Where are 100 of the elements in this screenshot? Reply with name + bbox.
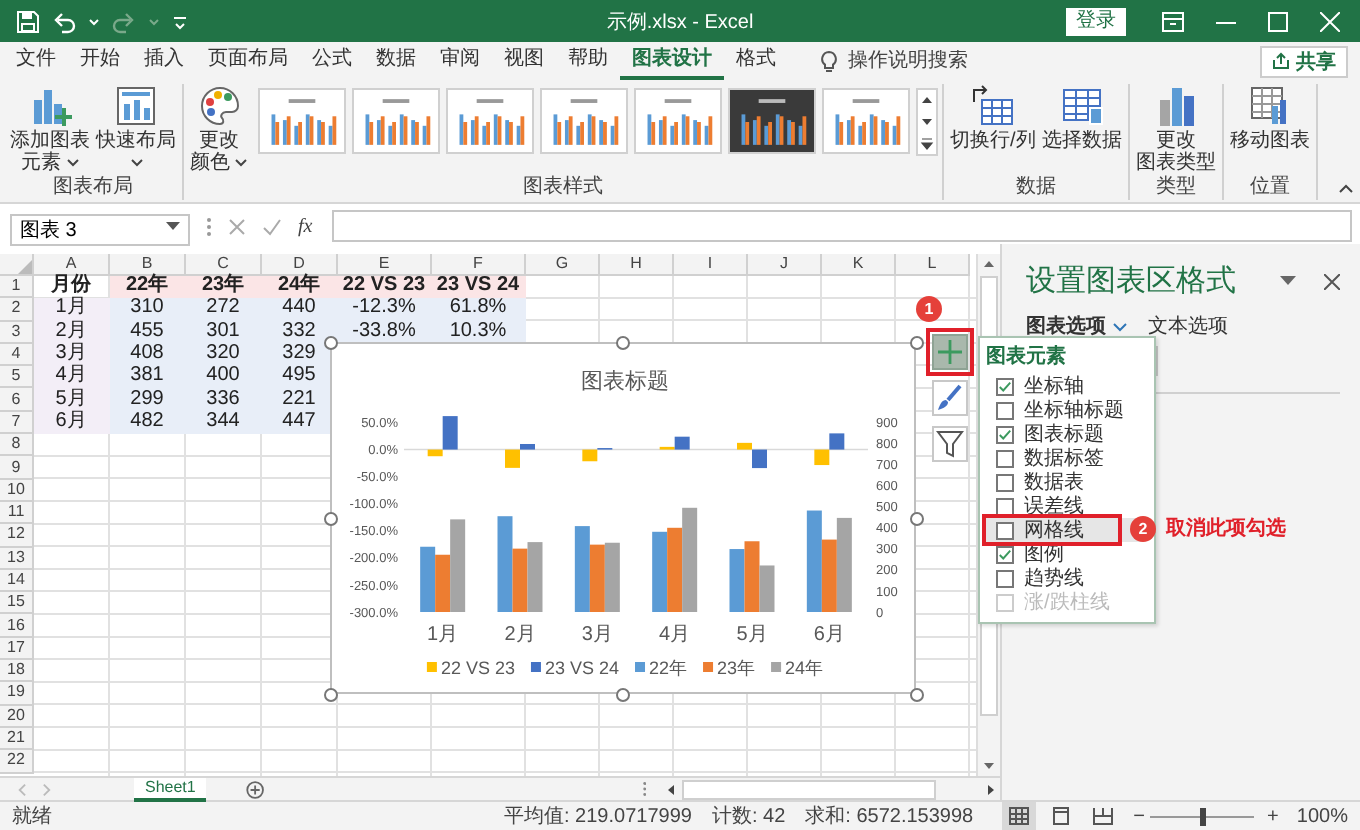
column-header[interactable]: E xyxy=(338,254,432,276)
pane-tab[interactable]: 文本选项 xyxy=(1148,312,1228,340)
ribbon-display-icon[interactable] xyxy=(1162,11,1184,31)
checkbox[interactable] xyxy=(996,473,1014,491)
menu-item-label[interactable]: 数据表 xyxy=(1024,468,1084,496)
row-number[interactable]: 11 xyxy=(0,501,34,525)
column-header[interactable]: F xyxy=(432,254,526,276)
sheet-tab[interactable]: Sheet1 xyxy=(133,777,207,801)
chart-style-thumbnail[interactable] xyxy=(258,88,346,154)
scrollbar-thumb[interactable] xyxy=(682,779,936,799)
ribbon-tab[interactable]: 数据 xyxy=(364,42,428,80)
name-box[interactable]: 图表 3 xyxy=(10,214,190,246)
chart-style-thumbnail[interactable] xyxy=(540,88,628,154)
chart-style-thumbnail[interactable] xyxy=(446,88,534,154)
hovered-menu-row[interactable]: 网格线 xyxy=(986,518,1142,542)
legend-label[interactable]: 23年 xyxy=(717,658,756,678)
legend-label[interactable]: 23 VS 24 xyxy=(544,658,619,678)
row-number[interactable]: 9 xyxy=(0,456,34,480)
caret-down-icon[interactable] xyxy=(1280,276,1296,286)
chart-title[interactable]: 图表标题 xyxy=(581,370,669,394)
more-icon[interactable] xyxy=(918,134,936,154)
row-number[interactable]: 16 xyxy=(0,614,34,638)
ribbon-tab[interactable]: 格式 xyxy=(724,42,788,80)
row-number[interactable]: 19 xyxy=(0,682,34,706)
zoom-in-button[interactable]: + xyxy=(1261,805,1285,827)
chart-style-thumbnail[interactable] xyxy=(352,88,440,154)
quick-layout-button[interactable]: 快速布局 xyxy=(94,84,178,174)
ribbon-tab[interactable]: 公式 xyxy=(300,42,364,80)
dots-icon[interactable] xyxy=(206,215,212,237)
row-number[interactable]: 14 xyxy=(0,569,34,593)
column-header[interactable]: B xyxy=(110,254,186,276)
row-number[interactable]: 5 xyxy=(0,366,34,389)
ribbon-tab[interactable]: 视图 xyxy=(492,42,556,80)
column-header[interactable]: K xyxy=(822,254,896,276)
insert-function-button[interactable]: fx xyxy=(298,215,313,237)
pane-tab[interactable]: 图表选项 xyxy=(1026,312,1128,340)
chart-styles-button[interactable] xyxy=(932,380,968,416)
legend-label[interactable]: 22 VS 23 xyxy=(440,658,515,678)
row-number[interactable]: 4 xyxy=(0,343,34,367)
menu-item-label[interactable]: 图例 xyxy=(1024,540,1064,568)
select-data-button[interactable]: 选择数据 xyxy=(1039,84,1124,152)
close-icon[interactable] xyxy=(1324,273,1340,289)
caret-icon[interactable] xyxy=(166,222,180,232)
checkbox[interactable] xyxy=(996,401,1014,419)
menu-item-label[interactable]: 误差线 xyxy=(1024,492,1084,520)
checkbox[interactable] xyxy=(996,377,1014,395)
checkbox[interactable] xyxy=(996,497,1014,515)
slider-thumb[interactable] xyxy=(1199,807,1206,825)
cancel-icon[interactable] xyxy=(228,217,246,235)
customize-icon[interactable] xyxy=(172,13,188,29)
sign-in-button[interactable]: 登录 xyxy=(1066,7,1126,35)
ribbon-tab[interactable]: 审阅 xyxy=(428,42,492,80)
column-header[interactable]: I xyxy=(674,254,748,276)
menu-item-label[interactable]: 图表标题 xyxy=(1024,420,1104,448)
horizontal-scrollbar[interactable] xyxy=(662,778,1000,800)
add-element-button[interactable]: 添加图表 元素 xyxy=(8,84,92,174)
checkbox[interactable] xyxy=(996,449,1014,467)
menu-item-label[interactable]: 坐标轴 xyxy=(1024,372,1084,400)
undo-icon[interactable] xyxy=(52,9,76,33)
checkbox[interactable] xyxy=(996,569,1014,587)
caret-icon[interactable] xyxy=(88,15,100,27)
row-number[interactable]: 8 xyxy=(0,434,34,457)
row-number[interactable]: 6 xyxy=(0,388,34,412)
view-button[interactable] xyxy=(1001,802,1036,830)
zoom-level[interactable]: 100% xyxy=(1296,805,1348,827)
column-header[interactable]: D xyxy=(262,254,338,276)
row-number[interactable]: 18 xyxy=(0,660,34,683)
row-number[interactable]: 7 xyxy=(0,411,34,435)
zoom-out-button[interactable]: − xyxy=(1127,805,1151,827)
add-sheet-icon[interactable] xyxy=(246,779,266,799)
column-header[interactable]: A xyxy=(34,254,110,276)
legend-label[interactable]: 22年 xyxy=(649,658,688,678)
legend-label[interactable]: 24年 xyxy=(785,658,824,678)
column-header[interactable]: G xyxy=(526,254,600,276)
column-header[interactable]: J xyxy=(748,254,822,276)
chart-style-thumbnail[interactable] xyxy=(634,88,722,154)
chart-type-button[interactable]: 更改 图表类型 xyxy=(1133,84,1218,174)
save-icon[interactable] xyxy=(16,9,40,33)
row-number[interactable]: 2 xyxy=(0,298,34,322)
column-header[interactable]: H xyxy=(600,254,674,276)
menu-item-label[interactable]: 坐标轴标题 xyxy=(1024,396,1124,424)
switch-button[interactable]: 切换行/列 xyxy=(948,84,1038,152)
formula-field[interactable] xyxy=(332,210,1352,242)
row-number[interactable]: 20 xyxy=(0,705,34,728)
row-number[interactable]: 1 xyxy=(0,276,34,299)
ribbon-tab[interactable]: 插入 xyxy=(132,42,196,80)
restore-icon[interactable] xyxy=(1268,11,1288,31)
checkbox[interactable] xyxy=(996,425,1014,443)
row-number[interactable]: 17 xyxy=(0,637,34,661)
ribbon-tab[interactable]: 开始 xyxy=(68,42,132,80)
column-header[interactable]: L xyxy=(896,254,970,276)
menu-item-label[interactable]: 趋势线 xyxy=(1024,564,1084,592)
row-number[interactable]: 15 xyxy=(0,592,34,615)
row-number[interactable]: 3 xyxy=(0,321,34,344)
colors-button[interactable]: 更改 颜色 xyxy=(188,84,250,174)
check-icon[interactable] xyxy=(262,217,282,235)
row-number[interactable]: 10 xyxy=(0,479,34,502)
row-number[interactable]: 22 xyxy=(0,750,34,774)
row-number[interactable]: 13 xyxy=(0,547,34,570)
chart-style-thumbnail[interactable] xyxy=(728,88,816,154)
